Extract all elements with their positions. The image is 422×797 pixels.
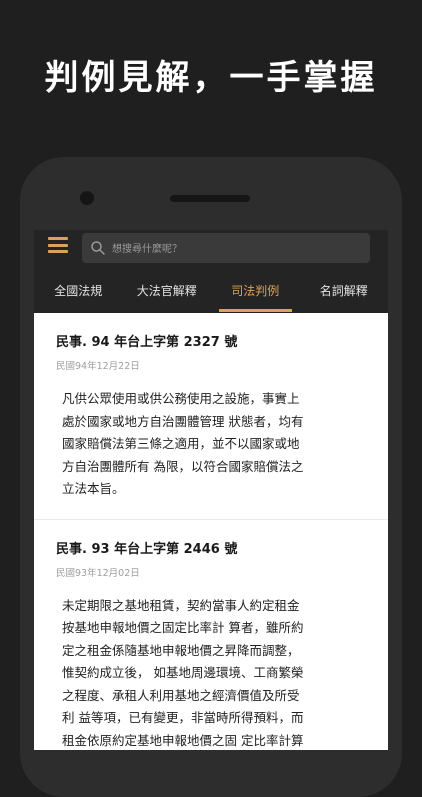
- tab-national-regulations[interactable]: 全國法規: [34, 276, 123, 312]
- case-date: 民國93年12月02日: [56, 567, 140, 579]
- case-summary: 未定期限之基地租賃，契約當事人約定租金 按基地申報地價之固定比率計 算者，雖所約…: [62, 597, 304, 748]
- case-date: 民國94年12月22日: [56, 361, 140, 372]
- speaker-slot: [170, 195, 250, 202]
- search-bar[interactable]: [82, 233, 370, 265]
- hamburger-menu-icon[interactable]: [48, 237, 68, 253]
- case-card[interactable]: 民事. 93 年台上字第 2446 號 民國93年12月02日 未定期限之基地租…: [34, 520, 388, 751]
- case-card[interactable]: 民事. 94 年台上字第 2327 號 民國94年12月22日 凡供公眾使用或供…: [34, 313, 388, 520]
- category-tabs: 全國法規 大法官解釋 司法判例 名詞解釋: [34, 276, 388, 312]
- search-icon: [91, 241, 105, 255]
- top-bar: [34, 230, 388, 266]
- tab-judicial-precedents[interactable]: 司法判例: [211, 276, 300, 312]
- case-summary: 凡供公眾使用或供公務使用之設施，事實上 處於國家或地方自治團體管理 狀態者，均有…: [62, 391, 304, 496]
- tab-constitutional-interpretations[interactable]: 大法官解釋: [123, 276, 212, 312]
- case-title: 民事. 94 年台上字第 2327 號: [56, 335, 238, 350]
- camera-dot: [80, 191, 94, 205]
- app-screen: 全國法規 大法官解釋 司法判例 名詞解釋 民事. 94 年台上字第 2327 號…: [34, 230, 388, 750]
- tab-glossary[interactable]: 名詞解釋: [300, 276, 389, 312]
- case-list: 民事. 94 年台上字第 2327 號 民國94年12月22日 凡供公眾使用或供…: [34, 313, 388, 750]
- case-title: 民事. 93 年台上字第 2446 號: [56, 541, 238, 557]
- search-input[interactable]: [110, 233, 364, 265]
- headline: 判例見解，一手掌握: [44, 58, 378, 98]
